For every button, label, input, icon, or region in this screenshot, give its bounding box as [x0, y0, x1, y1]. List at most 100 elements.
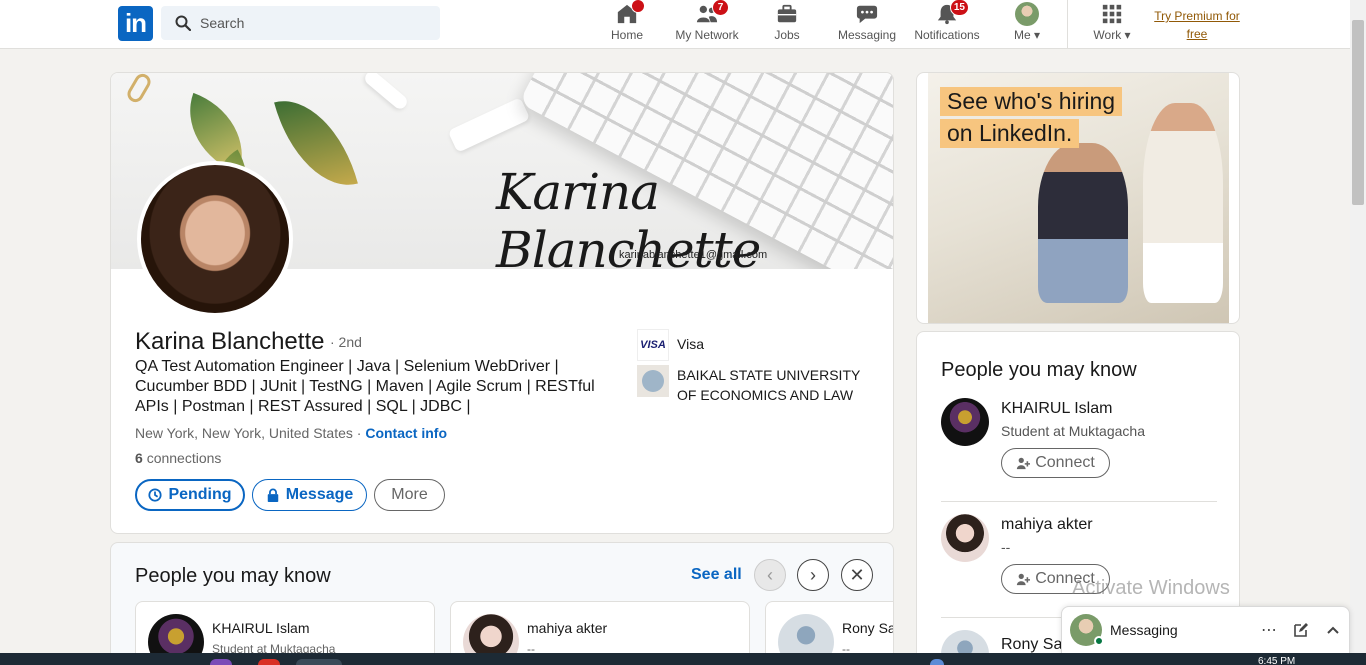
briefcase-icon [777, 4, 797, 23]
compose-icon[interactable] [1285, 614, 1317, 646]
scrollbar-thumb[interactable] [1352, 20, 1364, 205]
connect-button[interactable]: Connect [1001, 448, 1110, 478]
cover-email: karinablanchette1@gmail.com [619, 249, 768, 261]
premium-line-1: Try Premium for [1154, 9, 1240, 23]
pending-button[interactable]: Pending [135, 479, 245, 511]
person-avatar[interactable] [941, 398, 989, 446]
person-name[interactable]: KHAIRUL Islam [1001, 400, 1112, 418]
add-person-icon [1017, 457, 1031, 470]
ad-image: See who's hiring on LinkedIn. [928, 73, 1229, 323]
experience-visa-name: Visa [677, 336, 704, 352]
chat-icon [856, 5, 878, 24]
nav-divider [1067, 0, 1068, 49]
profile-photo[interactable] [137, 161, 293, 317]
education-baikal-name: BAIKAL STATE UNIVERSITY OF ECONOMICS AND… [677, 367, 861, 403]
nav-notifications[interactable]: 15 Notifications [911, 0, 983, 47]
chevron-left-icon: ‹ [767, 564, 773, 585]
education-baikal[interactable]: BAIKAL STATE UNIVERSITY OF ECONOMICS AND… [637, 365, 877, 405]
nav-home-label: Home [610, 28, 643, 42]
page-scrollbar[interactable] [1350, 0, 1366, 653]
dismiss-button[interactable]: ✕ [841, 559, 873, 591]
nav-messaging[interactable]: Messaging [836, 2, 898, 47]
people-you-may-know-main: People you may know See all ‹ › ✕ KHAIRU… [110, 542, 894, 665]
windows-taskbar: 6:45 PM [0, 653, 1366, 665]
person-name[interactable]: Rony Sar [1001, 636, 1068, 654]
nav-notifications-label: Notifications [914, 28, 980, 42]
pending-label: Pending [168, 486, 232, 503]
message-label: Message [285, 486, 354, 503]
notifications-badge: 15 [949, 0, 969, 16]
ad-person-figure [1038, 143, 1128, 303]
me-avatar [1015, 2, 1039, 26]
ad-headline-1: See who's hiring [940, 87, 1123, 116]
chevron-right-icon: › [810, 564, 816, 585]
try-premium-link[interactable]: Try Premium for free [1150, 7, 1244, 43]
person-name: Rony Sar [842, 620, 893, 636]
grid-icon [1102, 4, 1122, 24]
cover-pen-decoration [362, 73, 410, 112]
search-input[interactable] [200, 15, 420, 31]
clock-icon [148, 488, 162, 502]
cover-clip-decoration [124, 73, 154, 105]
messaging-label: Messaging [1110, 622, 1178, 638]
pymk-rail-title: People you may know [941, 359, 1137, 381]
nav-work[interactable]: Work ▾ [1089, 2, 1135, 47]
person-description: Student at Muktagacha [1001, 423, 1145, 439]
connect-button[interactable]: Connect [1001, 564, 1110, 594]
lock-icon [267, 488, 278, 502]
connection-degree: · 2nd [330, 334, 362, 350]
profile-card: Karina Blanchette karinablanchette1@gmai… [110, 72, 894, 534]
person-avatar[interactable] [941, 514, 989, 562]
contact-info-link[interactable]: Contact info [365, 425, 447, 441]
ad-person-figure [1143, 103, 1223, 303]
taskbar-app-icon[interactable] [210, 659, 232, 665]
search-icon [175, 15, 191, 31]
chevron-up-icon[interactable] [1317, 614, 1349, 646]
person-name: mahiya akter [527, 620, 608, 636]
nav-jobs[interactable]: Jobs [771, 2, 803, 47]
cover-leaf-decoration [274, 86, 358, 200]
location-text: New York, New York, United States · [135, 425, 362, 441]
person-description: -- [1001, 539, 1011, 555]
search-box[interactable] [161, 6, 440, 40]
nav-jobs-label: Jobs [774, 28, 800, 42]
more-button[interactable]: More [374, 479, 445, 511]
connections-count[interactable]: 6 connections [135, 450, 221, 466]
taskbar-clock[interactable]: 6:45 PM [1258, 656, 1295, 665]
taskbar-tray-icon[interactable] [930, 659, 944, 665]
nav-my-network-label: My Network [675, 28, 739, 42]
network-badge: 7 [712, 0, 729, 16]
carousel-prev-button[interactable]: ‹ [754, 559, 786, 591]
taskbar-app-icon-active[interactable] [296, 659, 342, 665]
profile-location: New York, New York, United States · Cont… [135, 425, 447, 441]
connections-number: 6 [135, 450, 143, 466]
linkedin-logo[interactable]: in [118, 6, 153, 41]
more-options-icon[interactable]: ⋯ [1253, 614, 1285, 646]
top-navigation: in Home 7 My Network Jobs Messaging 15 N… [0, 0, 1350, 49]
nav-home[interactable]: Home [606, 0, 648, 47]
message-button[interactable]: Message [252, 479, 367, 511]
add-person-icon [1017, 573, 1031, 586]
taskbar-app-icon[interactable] [258, 659, 280, 665]
nav-my-network[interactable]: 7 My Network [672, 0, 742, 47]
pymk-main-title: People you may know [135, 565, 331, 587]
connections-label: connections [146, 450, 222, 466]
nav-me[interactable]: Me ▾ [1007, 2, 1047, 47]
ad-headline-2: on LinkedIn. [940, 119, 1080, 148]
nav-messaging-label: Messaging [837, 28, 897, 42]
person-name[interactable]: mahiya akter [1001, 516, 1093, 534]
rail-divider [941, 501, 1217, 502]
see-all-link[interactable]: See all [691, 566, 742, 584]
carousel-next-button[interactable]: › [797, 559, 829, 591]
hiring-ad[interactable]: See who's hiring on LinkedIn. [916, 72, 1240, 324]
experience-visa[interactable]: VISA Visa [637, 329, 704, 361]
person-name: KHAIRUL Islam [212, 620, 310, 636]
connect-label: Connect [1035, 454, 1095, 471]
messaging-dock[interactable]: Messaging ⋯ [1061, 606, 1350, 654]
visa-logo: VISA [637, 329, 669, 361]
close-icon: ✕ [849, 564, 865, 585]
home-notification-dot [631, 0, 645, 13]
more-label: More [391, 486, 428, 503]
cover-tube-decoration [447, 97, 531, 153]
premium-line-2: free [1186, 27, 1208, 41]
